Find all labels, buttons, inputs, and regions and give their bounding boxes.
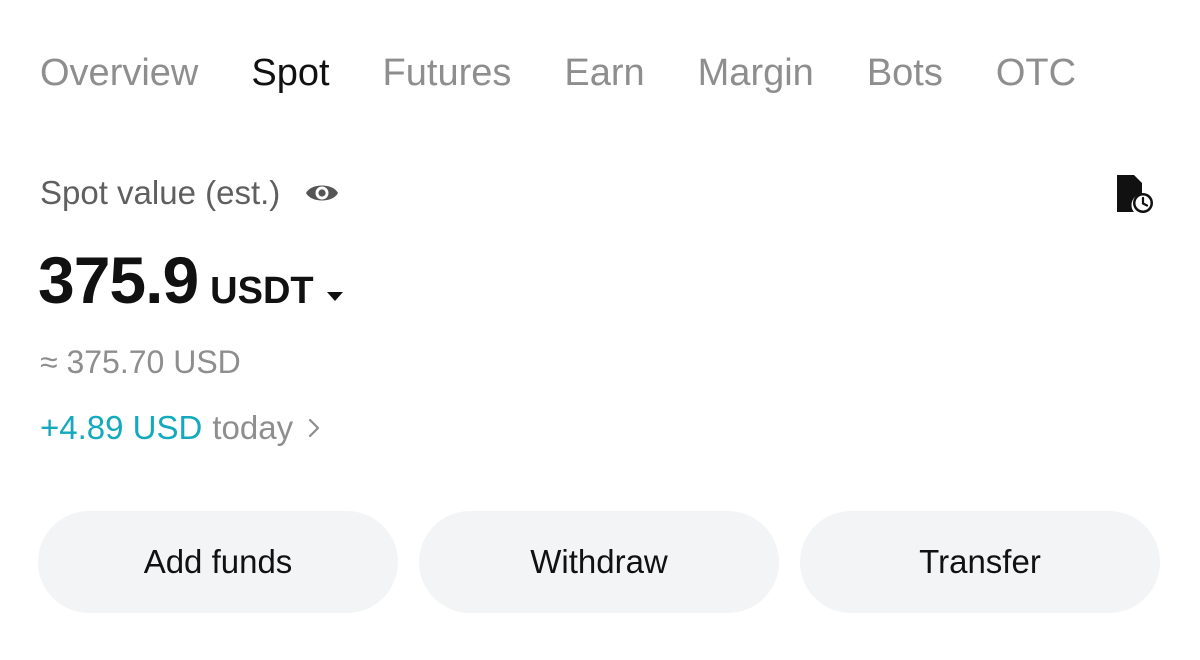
eye-icon[interactable] [304, 179, 340, 207]
tab-earn[interactable]: Earn [564, 46, 644, 100]
transfer-button[interactable]: Transfer [800, 511, 1160, 613]
caret-down-icon [326, 290, 344, 302]
spot-balance: 375.9 USDT [38, 240, 344, 320]
pnl-value: +4.89 USD [40, 409, 203, 446]
tab-overview[interactable]: Overview [40, 46, 198, 100]
tab-bots[interactable]: Bots [867, 46, 943, 100]
balance-amount: 375.9 [38, 243, 199, 317]
spot-value-label: Spot value (est.) [40, 174, 281, 211]
tab-margin[interactable]: Margin [698, 46, 814, 100]
chevron-right-icon [307, 416, 321, 440]
today-pnl-link[interactable]: +4.89 USD today [40, 406, 321, 450]
approx-usd-value: ≈ 375.70 USD [40, 344, 241, 380]
pnl-period: today [212, 409, 294, 446]
tab-otc[interactable]: OTC [996, 46, 1076, 100]
withdraw-button[interactable]: Withdraw [419, 511, 779, 613]
spot-value-header: Spot value (est.) [40, 170, 340, 216]
tab-futures[interactable]: Futures [383, 46, 512, 100]
document-clock-icon[interactable] [1114, 172, 1156, 216]
asset-tabs: Overview Spot Futures Earn Margin Bots O… [40, 46, 1076, 100]
currency-selector[interactable]: USDT [210, 270, 343, 313]
add-funds-button[interactable]: Add funds [38, 511, 398, 613]
spot-assets-page: Overview Spot Futures Earn Margin Bots O… [0, 0, 1200, 660]
tab-spot[interactable]: Spot [251, 46, 329, 100]
balance-currency: USDT [210, 270, 314, 312]
action-buttons: Add funds Withdraw Transfer [38, 511, 1160, 613]
